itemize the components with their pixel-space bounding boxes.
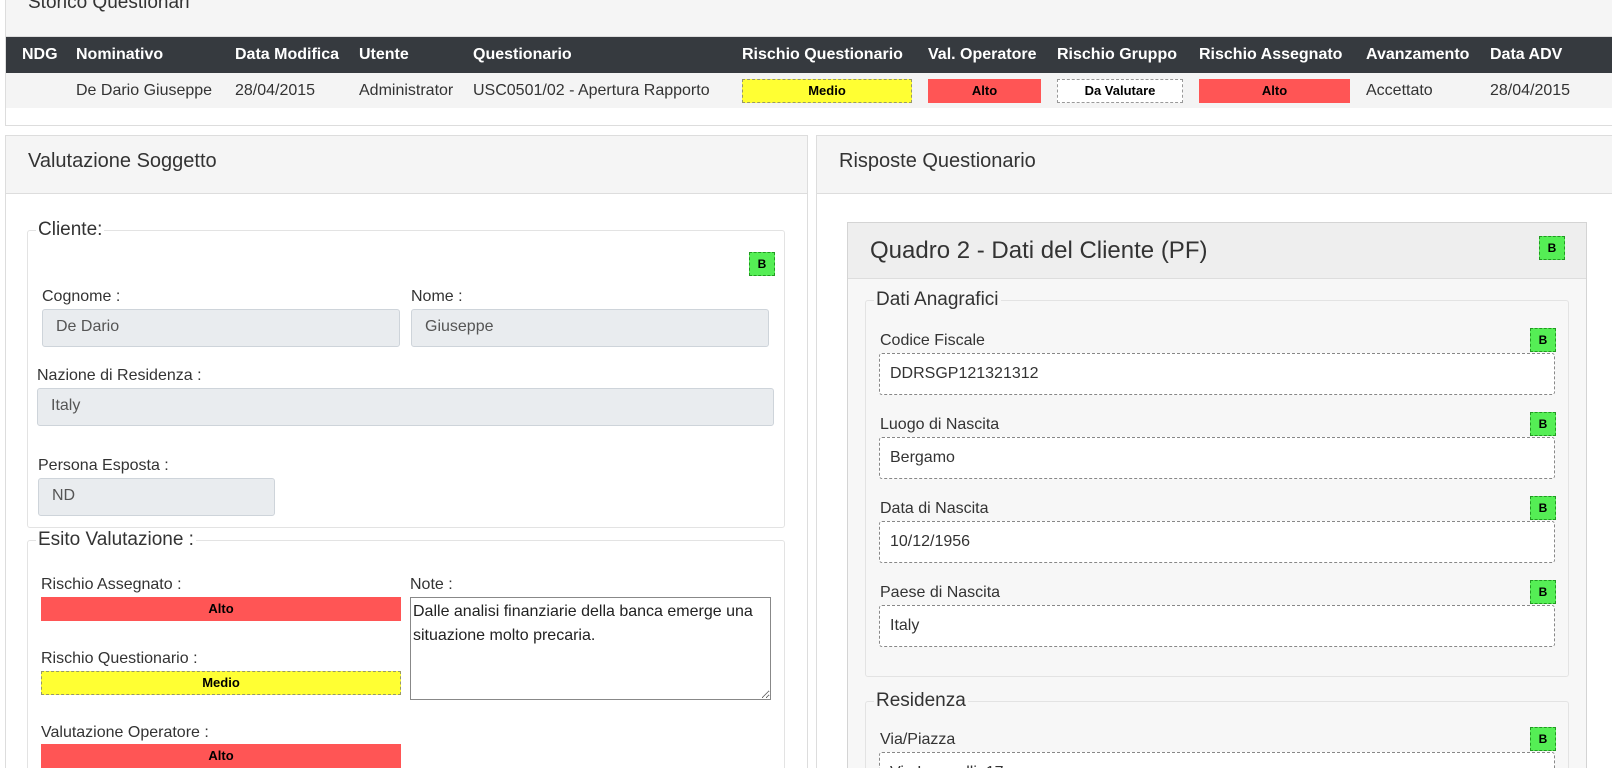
cell-data-modifica: 28/04/2015	[227, 73, 351, 108]
cell-questionario: USC0501/02 - Apertura Rapporto	[465, 73, 734, 108]
col-utente[interactable]: Utente	[351, 37, 465, 73]
col-ndg[interactable]: NDG	[6, 37, 68, 73]
anagrafici-legend: Dati Anagrafici	[876, 289, 999, 310]
luogo-nascita-badge: B	[1530, 412, 1556, 436]
history-panel-header: Storico Questionari	[6, 0, 1612, 37]
col-data-adv[interactable]: Data ADV	[1482, 37, 1612, 73]
cell-val-operatore: Alto	[920, 73, 1049, 108]
paese-nascita-label: Paese di Nascita	[880, 584, 1001, 601]
cliente-legend: Cliente:	[38, 219, 103, 240]
risk-badge-high: Alto	[1199, 78, 1350, 103]
history-title: Storico Questionari	[28, 0, 190, 13]
rischio-questionario-bar: Medio	[41, 671, 401, 695]
valutazione-operatore-bar: Alto	[41, 744, 401, 768]
rischio-assegnato-label: Rischio Assegnato :	[41, 576, 182, 593]
paese-nascita-badge: B	[1530, 580, 1556, 604]
cell-nominativo: De Dario Giuseppe	[68, 73, 227, 108]
history-header-row: NDG Nominativo Data Modifica Utente Ques…	[6, 37, 1612, 73]
data-nascita-label: Data di Nascita	[880, 500, 989, 517]
note-label: Note :	[410, 576, 453, 593]
rischio-questionario-label: Rischio Questionario :	[41, 650, 198, 667]
codice-fiscale-badge: B	[1530, 328, 1556, 352]
residenza-legend: Residenza	[876, 690, 966, 711]
nazione-field[interactable]: Italy	[37, 388, 774, 426]
history-table: NDG Nominativo Data Modifica Utente Ques…	[6, 37, 1612, 108]
esito-legend: Esito Valutazione :	[38, 529, 194, 550]
data-nascita-badge: B	[1530, 496, 1556, 520]
nazione-label: Nazione di Residenza :	[37, 367, 202, 384]
cliente-risk-badge: B	[749, 252, 775, 276]
cell-rischio-assegnato: Alto	[1191, 73, 1358, 108]
cell-rischio-questionario: Medio	[734, 73, 920, 108]
col-avanzamento[interactable]: Avanzamento	[1358, 37, 1482, 73]
col-rischio-assegnato[interactable]: Rischio Assegnato	[1191, 37, 1358, 73]
col-val-operatore[interactable]: Val. Operatore	[920, 37, 1049, 73]
table-row[interactable]: De Dario Giuseppe 28/04/2015 Administrat…	[6, 73, 1612, 108]
risposte-title: Risposte Questionario	[817, 136, 1612, 194]
paese-nascita-field[interactable]: Italy	[879, 605, 1555, 647]
quadro-risk-badge: B	[1539, 236, 1565, 260]
codice-fiscale-field[interactable]: DDRSGP121321312	[879, 353, 1555, 395]
col-rischio-questionario[interactable]: Rischio Questionario	[734, 37, 920, 73]
history-panel: Storico Questionari NDG Nominativo Data …	[5, 0, 1612, 126]
rischio-assegnato-bar: Alto	[41, 597, 401, 621]
risk-badge-high: Alto	[928, 78, 1041, 103]
col-nominativo[interactable]: Nominativo	[68, 37, 227, 73]
nome-label: Nome :	[411, 288, 463, 305]
col-questionario[interactable]: Questionario	[465, 37, 734, 73]
cell-utente: Administrator	[351, 73, 465, 108]
cell-data-adv: 28/04/2015	[1482, 73, 1612, 108]
quadro-title: Quadro 2 - Dati del Cliente (PF)	[848, 223, 1586, 279]
codice-fiscale-label: Codice Fiscale	[880, 332, 985, 349]
via-piazza-label: Via/Piazza	[880, 731, 956, 748]
risk-badge-medium: Medio	[742, 78, 912, 103]
cell-rischio-gruppo: Da Valutare	[1049, 73, 1191, 108]
col-data-modifica[interactable]: Data Modifica	[227, 37, 351, 73]
cell-ndg	[6, 73, 68, 108]
risk-badge-unrated: Da Valutare	[1057, 78, 1183, 103]
luogo-nascita-label: Luogo di Nascita	[880, 416, 1000, 433]
via-piazza-field[interactable]: Via Lucarelli, 17	[879, 752, 1555, 768]
via-piazza-badge: B	[1530, 727, 1556, 751]
data-nascita-field[interactable]: 10/12/1956	[879, 521, 1555, 563]
note-textarea[interactable]: Dalle analisi finanziarie della banca em…	[410, 597, 771, 700]
cognome-field[interactable]: De Dario	[42, 309, 400, 347]
luogo-nascita-field[interactable]: Bergamo	[879, 437, 1555, 479]
col-rischio-gruppo[interactable]: Rischio Gruppo	[1049, 37, 1191, 73]
persona-esposta-field[interactable]: ND	[38, 478, 275, 516]
valutazione-operatore-label: Valutazione Operatore :	[41, 724, 209, 741]
persona-esposta-label: Persona Esposta :	[38, 457, 169, 474]
cognome-label: Cognome :	[42, 288, 121, 305]
nome-field[interactable]: Giuseppe	[411, 309, 769, 347]
cell-avanzamento: Accettato	[1358, 73, 1482, 108]
valutazione-title: Valutazione Soggetto	[6, 136, 807, 194]
